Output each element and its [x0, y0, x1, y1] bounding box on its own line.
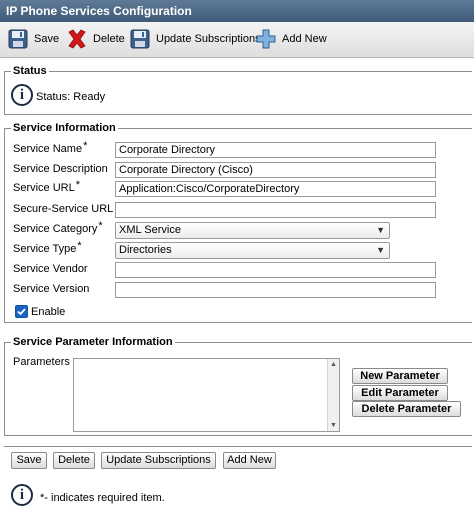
- parameters-scrollbar[interactable]: ▲ ▼: [327, 359, 339, 431]
- required-marker: *: [83, 140, 88, 152]
- delete-label: Delete: [93, 33, 125, 45]
- service-url-input[interactable]: [115, 181, 436, 197]
- required-marker: *: [77, 240, 82, 252]
- edit-parameter-button[interactable]: Edit Parameter: [352, 385, 448, 401]
- service-name-input[interactable]: [115, 142, 436, 158]
- update-subscriptions-label: Update Subscriptions: [156, 33, 261, 45]
- update-subscriptions-button[interactable]: Update Subscriptions: [129, 27, 261, 51]
- delete-parameter-button[interactable]: Delete Parameter: [352, 401, 461, 417]
- service-url-label: Service URL*: [13, 179, 81, 194]
- bottom-add-new-button[interactable]: Add New: [223, 452, 276, 469]
- service-vendor-input[interactable]: [115, 262, 436, 278]
- required-note: *- indicates required item.: [40, 492, 165, 504]
- service-description-label: Service Description: [13, 163, 108, 175]
- service-type-value: Directories: [119, 244, 172, 256]
- enable-label: Enable: [31, 306, 66, 318]
- info-icon: i: [11, 84, 33, 106]
- bottom-save-button[interactable]: Save: [11, 452, 47, 469]
- service-category-label: Service Category*: [13, 220, 103, 235]
- bottom-delete-button[interactable]: Delete: [53, 452, 95, 469]
- required-marker: *: [75, 179, 81, 191]
- service-information-section: Service Information Service Name* Servic…: [4, 121, 472, 323]
- info-icon: i: [11, 484, 33, 506]
- service-version-label: Service Version: [13, 283, 90, 295]
- save-label: Save: [34, 33, 60, 45]
- service-parameter-legend: Service Parameter Information: [11, 335, 175, 349]
- save-button[interactable]: Save: [7, 27, 59, 51]
- enable-checkbox[interactable]: [15, 305, 28, 318]
- service-vendor-label: Service Vendor: [13, 263, 88, 275]
- service-name-label: Service Name*: [13, 140, 88, 155]
- status-legend: Status: [11, 64, 49, 78]
- bottom-update-subscriptions-button[interactable]: Update Subscriptions: [101, 452, 216, 469]
- secure-service-url-label: Secure-Service URL: [13, 203, 114, 215]
- add-new-button[interactable]: Add New: [255, 27, 327, 51]
- service-type-label: Service Type*: [13, 240, 82, 255]
- service-information-legend: Service Information: [11, 121, 118, 135]
- chevron-down-icon: ▼: [376, 225, 385, 235]
- service-type-select[interactable]: Directories ▼: [115, 242, 390, 259]
- save-icon: [129, 28, 151, 50]
- plus-icon: [255, 28, 277, 50]
- divider: [4, 446, 472, 447]
- chevron-down-icon: ▼: [376, 245, 385, 255]
- scroll-up-icon[interactable]: ▲: [328, 359, 339, 370]
- delete-x-icon: [66, 28, 88, 50]
- checkmark-icon: [17, 308, 26, 316]
- scroll-down-icon[interactable]: ▼: [328, 420, 339, 431]
- service-parameter-section: Service Parameter Information Parameters…: [4, 335, 472, 436]
- required-marker: *: [98, 220, 103, 232]
- add-new-label: Add New: [282, 33, 327, 45]
- service-category-select[interactable]: XML Service ▼: [115, 222, 390, 239]
- toolbar: Save Delete Update Subscriptions Add New: [0, 22, 474, 58]
- delete-button[interactable]: Delete: [66, 27, 125, 51]
- save-icon: [7, 28, 29, 50]
- status-section: Status i Status: Ready: [4, 64, 472, 115]
- new-parameter-button[interactable]: New Parameter: [352, 368, 448, 384]
- window-title: IP Phone Services Configuration: [0, 0, 474, 22]
- service-description-input[interactable]: [115, 162, 436, 178]
- parameters-listbox[interactable]: ▲ ▼: [73, 358, 340, 432]
- secure-service-url-input[interactable]: [115, 202, 436, 218]
- status-text: Status: Ready: [36, 91, 106, 103]
- service-category-value: XML Service: [119, 224, 181, 236]
- service-version-input[interactable]: [115, 282, 436, 298]
- parameters-label: Parameters: [13, 356, 70, 368]
